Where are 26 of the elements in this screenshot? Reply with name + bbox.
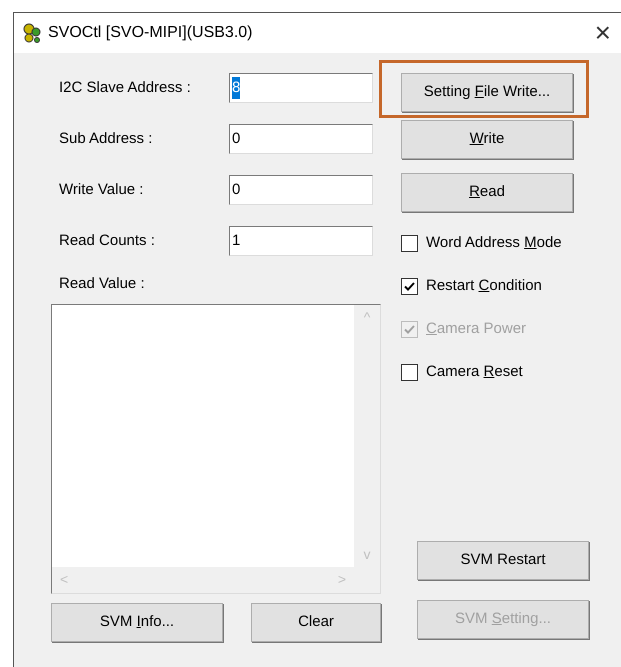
checkbox[interactable] <box>401 234 418 252</box>
field-label: Read Counts : <box>58 231 156 251</box>
check-icon <box>404 324 415 334</box>
button[interactable]: Read <box>401 173 573 212</box>
checkbox-label: Camera Power <box>426 318 526 339</box>
close-button[interactable]: × <box>594 19 611 47</box>
button[interactable]: SVM Restart <box>417 541 589 580</box>
checkbox-label: Camera Reset <box>426 362 523 382</box>
checkbox-label: Word Address Mode <box>426 232 562 253</box>
field-label: Sub Address : <box>58 129 154 149</box>
field-label: Write Value : <box>58 180 144 200</box>
input-field[interactable]: 1 <box>229 226 373 256</box>
input-field[interactable]: 8 <box>229 73 373 103</box>
window-title: SVOCtl [SVO-MIPI](USB3.0) <box>48 23 252 43</box>
button[interactable]: Setting File Write... <box>401 73 573 112</box>
read-value-label: Read Value : <box>58 274 146 294</box>
checkbox[interactable] <box>401 364 418 380</box>
check-icon <box>404 282 415 290</box>
button[interactable]: Write <box>401 120 573 159</box>
button[interactable]: Clear <box>251 602 381 642</box>
input-field[interactable]: 0 <box>229 175 373 205</box>
input-field[interactable]: 0 <box>229 124 373 154</box>
button[interactable]: SVM Info... <box>51 602 223 642</box>
checkbox[interactable] <box>401 278 418 294</box>
checkbox-label: Restart Condition <box>426 276 542 296</box>
field-label: I2C Slave Address : <box>58 78 192 98</box>
